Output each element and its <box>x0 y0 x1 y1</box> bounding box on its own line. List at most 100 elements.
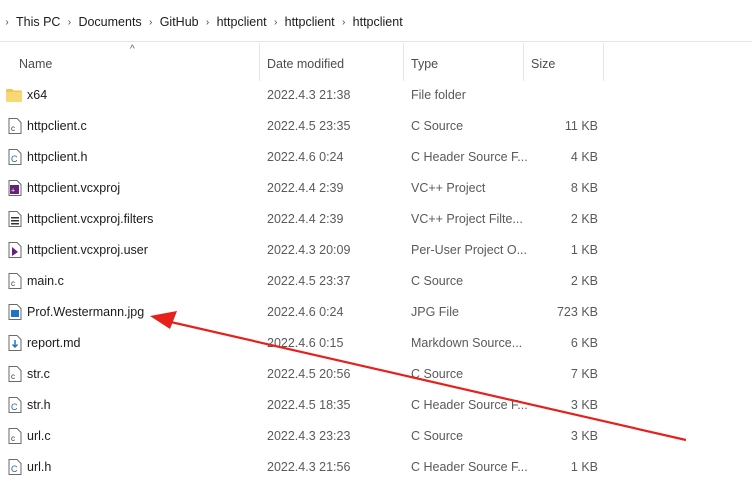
address-bar[interactable]: › This PC › Documents › GitHub › httpcli… <box>0 0 752 42</box>
svg-text:c: c <box>11 434 15 443</box>
file-explorer-window: › This PC › Documents › GitHub › httpcli… <box>0 0 752 481</box>
file-row[interactable]: c httpclient.c 2022.4.5 23:35 C Source 11 KB <box>0 111 752 142</box>
file-name[interactable]: httpclient.vcxproj.filters <box>27 212 153 226</box>
file-row[interactable]: Curl.h 2022.4.3 21:56 C Header Source F...… <box>0 452 752 481</box>
file-name[interactable]: httpclient.c <box>27 119 87 133</box>
file-type: C Header Source F... <box>411 150 528 164</box>
chevron-right-icon[interactable]: › <box>62 17 76 28</box>
file-type: VC++ Project Filte... <box>411 212 523 226</box>
breadcrumb-item-github[interactable]: GitHub <box>158 15 201 29</box>
chevron-right-icon[interactable]: › <box>201 17 215 28</box>
file-name[interactable]: httpclient.h <box>27 150 87 164</box>
file-name[interactable]: report.md <box>27 336 81 350</box>
file-type: File folder <box>411 88 466 102</box>
file-date-modified: 2022.4.3 23:23 <box>267 429 351 443</box>
file-size: 2 KB <box>570 274 598 288</box>
file-size: 11 KB <box>564 119 598 133</box>
file-type: VC++ Project <box>411 181 486 195</box>
folder-icon <box>6 88 22 104</box>
file-date-modified: 2022.4.3 20:09 <box>267 243 351 257</box>
file-date-modified: 2022.4.5 23:37 <box>267 274 351 288</box>
svg-text:c: c <box>11 279 15 288</box>
svg-text:C: C <box>11 464 18 474</box>
file-size: 1 KB <box>570 243 598 257</box>
c-header-file-icon: C <box>8 459 22 475</box>
file-name[interactable]: url.h <box>27 460 51 474</box>
file-name[interactable]: httpclient.vcxproj.user <box>27 243 148 257</box>
file-type: C Source <box>411 274 464 288</box>
file-date-modified: 2022.4.4 2:39 <box>267 212 344 226</box>
sort-ascending-icon: ^ <box>130 44 135 55</box>
svg-text:C: C <box>11 154 18 164</box>
file-row[interactable]: x64 2022.4.3 21:38 File folder <box>0 80 752 111</box>
column-header-type-label: Type <box>411 57 439 71</box>
file-row[interactable]: Cstr.h 2022.4.5 18:35 C Header Source F...… <box>0 390 752 421</box>
svg-text:+: + <box>11 188 15 195</box>
file-size: 7 KB <box>570 367 598 381</box>
file-size: 3 KB <box>570 429 598 443</box>
column-header-name-label: Name <box>19 57 53 71</box>
file-size: 8 KB <box>570 181 598 195</box>
file-row[interactable]: c main.c 2022.4.5 23:37 C Source 2 KB <box>0 266 752 297</box>
file-name[interactable]: str.c <box>27 367 50 381</box>
file-row[interactable]: c url.c 2022.4.3 23:23 C Source 3 KB <box>0 421 752 452</box>
file-name[interactable]: Prof.Westermann.jpg <box>27 305 144 319</box>
file-date-modified: 2022.4.6 0:24 <box>267 150 344 164</box>
file-type: C Header Source F... <box>411 398 528 412</box>
file-name[interactable]: main.c <box>27 274 64 288</box>
chevron-right-icon[interactable]: › <box>269 17 283 28</box>
file-row[interactable]: report.md 2022.4.6 0:15 Markdown Source...… <box>0 328 752 359</box>
file-size: 1 KB <box>570 460 598 474</box>
column-header-size[interactable]: Size <box>524 43 604 81</box>
chevron-right-icon[interactable]: › <box>337 17 351 28</box>
file-row[interactable]: httpclient.vcxproj.user 2022.4.3 20:09 Per… <box>0 235 752 266</box>
breadcrumb: › This PC › Documents › GitHub › httpcli… <box>0 12 405 32</box>
svg-text:C: C <box>11 402 18 412</box>
file-row[interactable]: Chttpclient.h 2022.4.6 0:24 C Header Sourc… <box>0 142 752 173</box>
file-name[interactable]: x64 <box>27 88 47 102</box>
chevron-right-icon[interactable]: › <box>0 17 14 28</box>
file-row[interactable]: Prof.Westermann.jpg 2022.4.6 0:24 JPG File… <box>0 297 752 328</box>
file-date-modified: 2022.4.5 18:35 <box>267 398 351 412</box>
file-type: C Source <box>411 367 464 381</box>
file-size: 723 KB <box>556 305 598 319</box>
breadcrumb-item-this-pc[interactable]: This PC <box>14 15 62 29</box>
file-name[interactable]: str.h <box>27 398 51 412</box>
file-type: JPG File <box>411 305 459 319</box>
c-source-file-icon: c <box>8 366 22 382</box>
breadcrumb-item-httpclient-3[interactable]: httpclient <box>351 15 405 29</box>
markdown-file-icon <box>8 335 22 351</box>
svg-text:c: c <box>11 124 15 133</box>
file-name[interactable]: url.c <box>27 429 51 443</box>
filters-file-icon <box>8 211 22 227</box>
breadcrumb-item-documents[interactable]: Documents <box>76 15 143 29</box>
column-header: Name ^ Date modified Type Size <box>0 43 752 81</box>
file-size: 4 KB <box>570 150 598 164</box>
file-list: x64 2022.4.3 21:38 File folder c httpclient.… <box>0 80 752 481</box>
column-header-type[interactable]: Type <box>404 43 524 81</box>
breadcrumb-item-httpclient-2[interactable]: httpclient <box>283 15 337 29</box>
c-source-file-icon: c <box>8 273 22 289</box>
column-header-date-label: Date modified <box>267 57 345 71</box>
file-type: C Header Source F... <box>411 460 528 474</box>
file-date-modified: 2022.4.5 23:35 <box>267 119 351 133</box>
c-source-file-icon: c <box>8 428 22 444</box>
column-header-date[interactable]: Date modified <box>260 43 404 81</box>
c-header-file-icon: C <box>8 149 22 165</box>
file-row[interactable]: + httpclient.vcxproj 2022.4.4 2:39 VC++ Pro… <box>0 173 752 204</box>
file-name[interactable]: httpclient.vcxproj <box>27 181 120 195</box>
file-date-modified: 2022.4.3 21:38 <box>267 88 351 102</box>
breadcrumb-item-httpclient-1[interactable]: httpclient <box>215 15 269 29</box>
file-type: C Source <box>411 429 464 443</box>
svg-text:c: c <box>11 372 15 381</box>
column-header-name[interactable]: Name ^ <box>0 43 260 81</box>
file-type: Per-User Project O... <box>411 243 527 257</box>
file-type: Markdown Source... <box>411 336 523 350</box>
file-date-modified: 2022.4.5 20:56 <box>267 367 351 381</box>
file-row[interactable]: c str.c 2022.4.5 20:56 C Source 7 KB <box>0 359 752 390</box>
image-file-icon <box>8 304 22 320</box>
chevron-right-icon[interactable]: › <box>144 17 158 28</box>
file-row[interactable]: httpclient.vcxproj.filters 2022.4.4 2:39 V… <box>0 204 752 235</box>
file-date-modified: 2022.4.6 0:15 <box>267 336 344 350</box>
vcxproj-file-icon: + <box>8 180 22 196</box>
